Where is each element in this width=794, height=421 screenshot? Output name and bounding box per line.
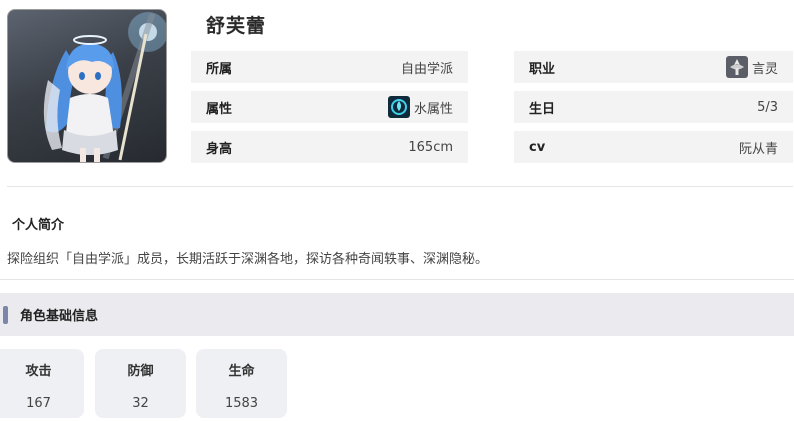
birthday-value: 5/3: [757, 99, 778, 115]
info-row-cv: cv 阮从青: [514, 131, 793, 163]
attribute-value: 水属性: [413, 101, 453, 117]
class-value: 言灵: [751, 61, 778, 77]
stat-card-defense: 防御 32: [95, 349, 186, 418]
height-value: 165cm: [408, 139, 453, 155]
cv-value: 阮从青: [738, 141, 778, 157]
basic-info-title: 角色基础信息: [20, 309, 99, 324]
section-divider: [7, 186, 793, 187]
character-profile-page: 舒芙蕾 所属 自由学派 职业 言灵 属性 水属性 生日 5/3 身高 165cm…: [0, 0, 794, 421]
class-value-group: 言灵: [725, 56, 778, 78]
info-row-attribute: 属性 水属性: [191, 91, 468, 123]
stat-value: 167: [26, 396, 51, 411]
class-emblem-icon: [725, 56, 748, 78]
character-name: 舒芙蕾: [206, 15, 267, 37]
height-label: 身高: [206, 141, 233, 157]
info-row-height: 身高 165cm: [191, 131, 468, 163]
character-portrait: [7, 9, 167, 163]
water-element-icon: [387, 96, 410, 118]
profile-title: 个人简介: [12, 218, 65, 233]
attribute-value-group: 水属性: [387, 96, 453, 118]
info-row-affiliation: 所属 自由学派: [191, 51, 468, 83]
attribute-label: 属性: [206, 101, 233, 117]
class-label: 职业: [529, 61, 556, 77]
birthday-label: 生日: [529, 101, 556, 117]
section-divider: [0, 279, 794, 280]
stat-label: 防御: [127, 364, 154, 379]
profile-text: 探险组织「自由学派」成员，长期活跃于深渊各地，探访各种奇闻轶事、深渊隐秘。: [7, 252, 489, 267]
affiliation-label: 所属: [206, 61, 233, 77]
stat-value: 1583: [224, 396, 259, 411]
cv-label: cv: [529, 139, 546, 155]
section-accent-bar: [3, 305, 8, 324]
stat-label: 攻击: [25, 364, 52, 379]
basic-info-header: 角色基础信息: [0, 293, 794, 336]
affiliation-value: 自由学派: [400, 61, 453, 77]
info-row-class: 职业 言灵: [514, 51, 793, 83]
stat-card-hp: 生命 1583: [196, 349, 287, 418]
stat-card-attack: 攻击 167: [0, 349, 84, 418]
info-row-birthday: 生日 5/3: [514, 91, 793, 123]
stat-value: 32: [132, 396, 149, 411]
stat-label: 生命: [228, 364, 255, 379]
